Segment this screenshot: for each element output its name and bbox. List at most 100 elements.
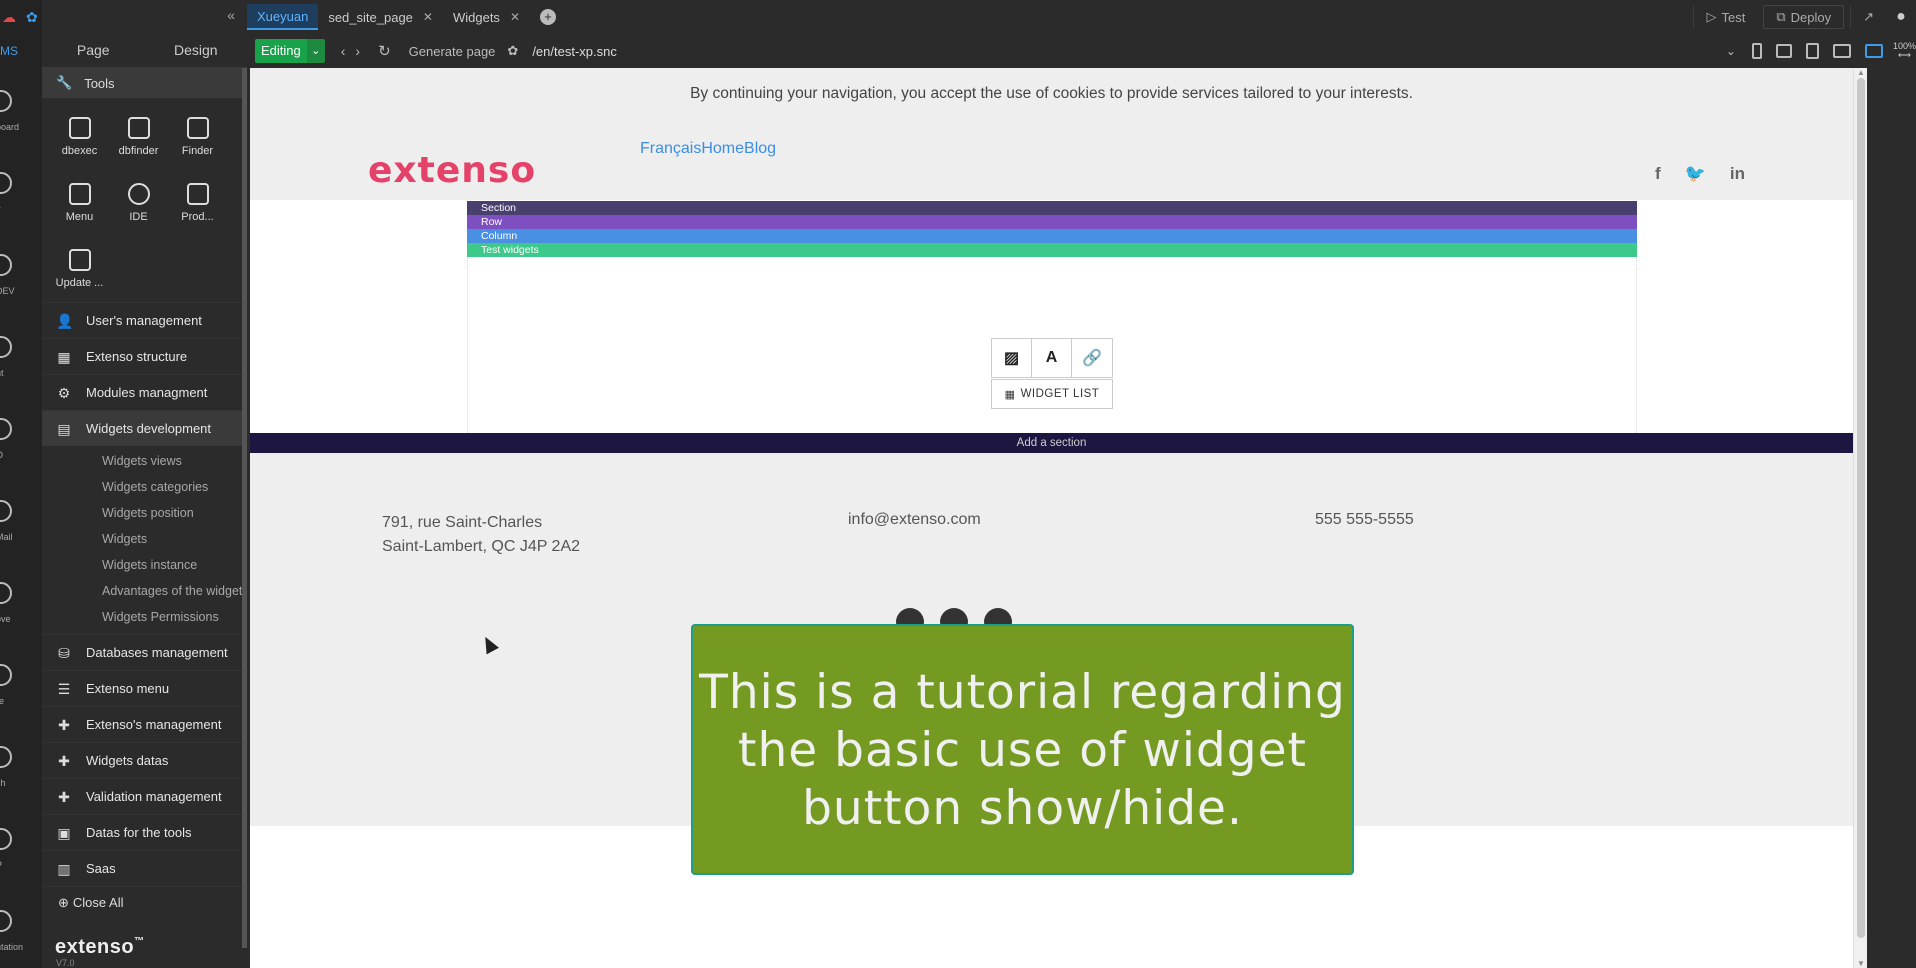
laptop-preview-icon[interactable] (1832, 44, 1851, 58)
site-nav-links[interactable]: FrançaisHomeBlog (640, 140, 776, 158)
user-avatar-icon[interactable]: ● (1886, 0, 1916, 34)
tab-page[interactable]: Page (42, 34, 145, 67)
back-arrow-icon[interactable]: ‹ (341, 43, 346, 59)
menu-datas-for-the-tools[interactable]: ▣ Datas for the tools (42, 814, 247, 850)
tab-design[interactable]: Design (145, 34, 248, 67)
footer-email[interactable]: info@extenso.com (848, 511, 981, 529)
open-external-button[interactable]: ↗ (1850, 5, 1886, 29)
page-settings-icon[interactable]: ✿ (507, 43, 518, 59)
collapse-sidebar-icon[interactable]: « (227, 7, 235, 23)
row-strip[interactable]: Row (467, 215, 1637, 229)
phone-preview-icon[interactable] (1751, 43, 1762, 59)
rail-cms-label[interactable]: MS (0, 34, 42, 68)
menu-validation-management[interactable]: ✚ Validation management (42, 778, 247, 814)
tool-dbexec[interactable]: dbexec (50, 104, 109, 170)
tab-xueyuan[interactable]: Xueyuan (247, 4, 319, 30)
sub-advantages-of-the-widget[interactable]: Advantages of the widget (42, 578, 247, 604)
menu-modules-management[interactable]: ⚙ Modules managment (42, 374, 247, 410)
tab-sed-site-page[interactable]: sed_site_page ✕ (318, 4, 443, 30)
rail-top: ☁ ✿ (0, 0, 42, 34)
rail-item-help[interactable]: P (0, 806, 42, 888)
link-icon[interactable]: 🔗 (1072, 339, 1112, 377)
tool-ide[interactable]: IDE (109, 170, 168, 236)
refresh-icon[interactable]: ↻ (378, 42, 391, 60)
menu-extenso-structure[interactable]: ▦ Extenso structure (42, 338, 247, 374)
cookie-banner: By continuing your navigation, you accep… (250, 68, 1853, 139)
mode-select[interactable]: Editing ⌄ (255, 39, 325, 63)
rail-item-content[interactable]: nt (0, 314, 42, 396)
tool-dbfinder[interactable]: dbfinder (109, 104, 168, 170)
settings-gear-icon[interactable]: ✿ (26, 9, 38, 26)
text-icon[interactable]: A (1032, 339, 1072, 377)
scroll-up-icon[interactable]: ▲ (1857, 68, 1865, 77)
header-social-links: f 🐦 in (1655, 164, 1745, 184)
scroll-thumb[interactable] (1857, 78, 1865, 938)
move-icon (0, 582, 12, 604)
tools-section-header[interactable]: 🔧 Tools (42, 68, 247, 98)
close-tab-icon[interactable]: ✕ (510, 10, 520, 24)
tool-prod[interactable]: Prod... (168, 170, 227, 236)
list-icon: ☰ (57, 680, 71, 697)
rail-item-dashboard[interactable]: board (0, 68, 42, 150)
desktop-preview-icon[interactable] (1864, 44, 1883, 58)
scroll-down-icon[interactable]: ▼ (1857, 959, 1865, 968)
sidebar-scrollbar[interactable] (242, 68, 247, 948)
menu-users-management[interactable]: 👤 User's management (42, 302, 247, 338)
menu-widgets-datas[interactable]: ✚ Widgets datas (42, 742, 247, 778)
deploy-button[interactable]: ⧉ Deploy (1763, 5, 1845, 29)
menu-widgets-development[interactable]: ▤ Widgets development (42, 410, 247, 446)
menu-extenso-menu[interactable]: ☰ Extenso menu (42, 670, 247, 706)
menu-extensos-management[interactable]: ✚ Extenso's management (42, 706, 247, 742)
facebook-icon[interactable]: f (1655, 164, 1661, 184)
pencil-icon (0, 172, 12, 194)
menu-databases-management[interactable]: ⛁ Databases management (42, 634, 247, 670)
forward-arrow-icon[interactable]: › (355, 43, 360, 59)
site-logo[interactable]: extenso (368, 150, 536, 191)
widget-list-button[interactable]: ▦ WIDGET LIST (991, 379, 1113, 409)
sub-widgets-position[interactable]: Widgets position (42, 500, 247, 526)
add-tab-icon[interactable]: + (540, 9, 556, 25)
menu-saas[interactable]: ▥ Saas (42, 850, 247, 886)
sub-widgets-categories[interactable]: Widgets categories (42, 474, 247, 500)
tool-finder[interactable]: Finder (168, 104, 227, 170)
url-field[interactable]: /en/test-xp.snc (532, 44, 1726, 59)
zoom-level[interactable]: 100% ⟷ (1893, 42, 1916, 60)
rail-item-store[interactable]: re (0, 642, 42, 724)
section-strip[interactable]: Section (467, 201, 1637, 215)
tab-widgets[interactable]: Widgets ✕ (443, 4, 530, 30)
phone-landscape-preview-icon[interactable] (1775, 44, 1792, 58)
sub-widgets-instance[interactable]: Widgets instance (42, 552, 247, 578)
cloud-icon[interactable]: ☁ (2, 9, 16, 26)
canvas-scrollbar[interactable]: ▲ ▼ (1853, 68, 1867, 968)
widget-strip[interactable]: Test widgets (467, 243, 1637, 257)
chevron-down-icon[interactable]: ⌄ (306, 39, 325, 63)
rail-item-search[interactable]: ch (0, 724, 42, 806)
history-nav: ‹ › (341, 43, 360, 59)
rail-item-mail[interactable]: Mail (0, 478, 42, 560)
rail-item-edit[interactable]: v (0, 150, 42, 232)
generate-page-button[interactable]: Generate page (409, 44, 496, 59)
add-section-button[interactable]: Add a section (250, 433, 1853, 453)
sub-widgets-views[interactable]: Widgets views (42, 448, 247, 474)
grid-icon: ▦ (1004, 388, 1016, 401)
url-dropdown-icon[interactable]: ⌄ (1726, 44, 1736, 58)
rail-item-documentation[interactable]: ntation (0, 888, 42, 968)
tool-menu[interactable]: Menu (50, 170, 109, 236)
test-button[interactable]: ▷ Test (1693, 5, 1757, 29)
close-all-button[interactable]: ⊕ Close All (42, 886, 247, 918)
sub-widgets[interactable]: Widgets (42, 526, 247, 552)
sub-widgets-permissions[interactable]: Widgets Permissions (42, 604, 247, 630)
column-strip[interactable]: Column (467, 229, 1637, 243)
rail-item-seo[interactable]: O (0, 396, 42, 478)
linkedin-icon[interactable]: in (1730, 164, 1745, 184)
tablet-preview-icon[interactable] (1805, 43, 1819, 59)
database-icon: ⛁ (58, 644, 70, 661)
cookie-text: By continuing your navigation, you accep… (690, 85, 1413, 102)
close-tab-icon[interactable]: ✕ (423, 10, 433, 24)
sidebar-tabs: Page Design (42, 34, 247, 68)
rail-item-move[interactable]: ove (0, 560, 42, 642)
twitter-icon[interactable]: 🐦 (1685, 164, 1706, 184)
rail-item-dev[interactable]: DEV (0, 232, 42, 314)
tool-update[interactable]: Update ... (50, 236, 109, 302)
image-icon[interactable]: ▨ (992, 339, 1032, 377)
